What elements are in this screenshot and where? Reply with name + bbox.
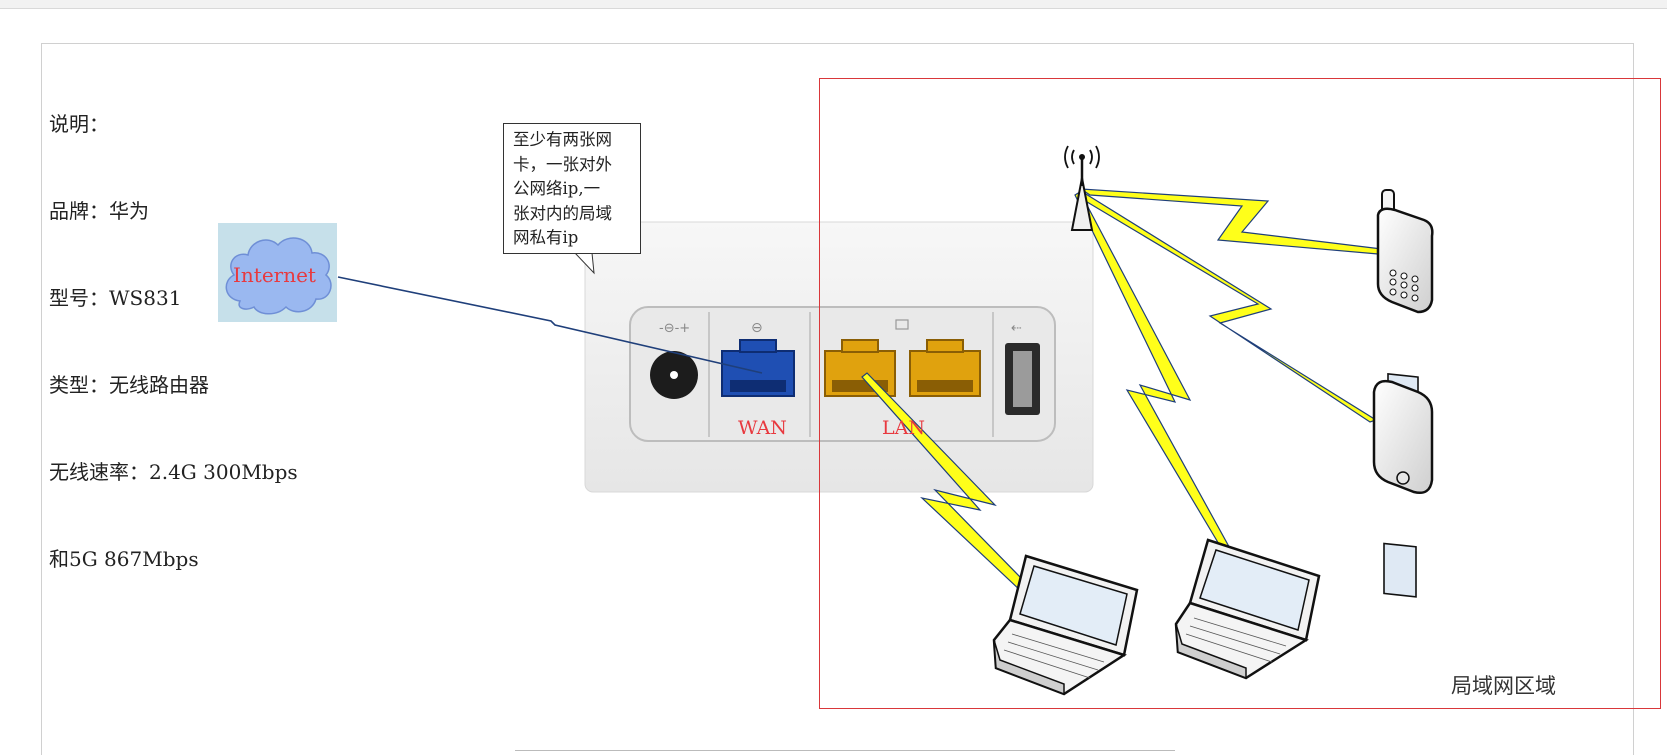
nic-callout: 至少有两张网 卡，一张对外 公网络ip,一 张对内的局域 网私有ip bbox=[503, 123, 641, 254]
wan-label: WAN bbox=[738, 417, 787, 439]
lan-zone-boundary bbox=[819, 78, 1661, 709]
svg-text:⊖: ⊖ bbox=[751, 320, 763, 336]
svg-text:-⊖-+: -⊖-+ bbox=[659, 321, 690, 336]
callout-line-3: 公网络ip,一 bbox=[513, 179, 601, 198]
callout-line-4: 张对内的局域 bbox=[513, 203, 612, 223]
callout-line-2: 卡，一张对外 bbox=[513, 154, 612, 174]
diagram-canvas: 说明： 品牌：华为 型号：WS831 类型：无线路由器 无线速率：2.4G 30… bbox=[0, 0, 1667, 755]
lan-zone-label: 局域网区域 bbox=[1451, 675, 1556, 698]
callout-line-5: 网私有ip bbox=[513, 228, 579, 247]
page-bottom-edge bbox=[515, 750, 1175, 755]
callout-line-1: 至少有两张网 bbox=[513, 130, 612, 149]
